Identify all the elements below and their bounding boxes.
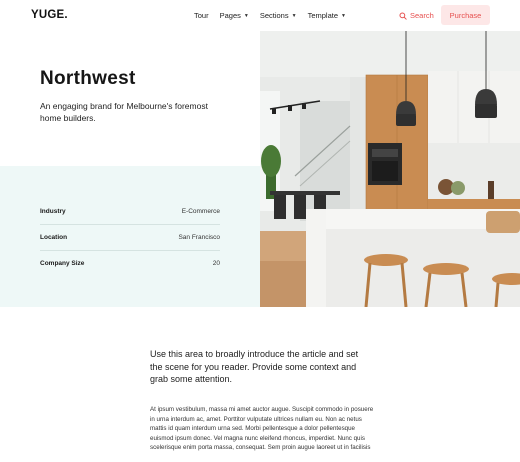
article-lead: Use this area to broadly introduce the a…	[150, 349, 359, 384]
kitchen-photo-icon	[260, 31, 520, 307]
purchase-button[interactable]: Purchase	[441, 5, 490, 25]
detail-label: Location	[40, 233, 68, 241]
detail-label: Company Size	[40, 259, 85, 267]
detail-value: E-Commerce	[181, 207, 220, 215]
article-body: At ipsum vestibulum, massa mi amet aucto…	[150, 406, 374, 452]
hero-image	[260, 31, 520, 307]
detail-value: San Francisco	[178, 233, 220, 241]
brand-logo[interactable]: YUGE.	[31, 9, 68, 21]
hero-subtitle: An engaging brand for Melbourne's foremo…	[40, 101, 208, 123]
detail-value: 20	[212, 259, 220, 267]
detail-label: Industry	[40, 207, 66, 215]
search-label: Search	[410, 11, 434, 20]
nav-item-sections[interactable]: Sections ▼	[260, 11, 297, 20]
chevron-down-icon: ▼	[341, 12, 346, 19]
main-menu: Tour Pages ▼ Sections ▼ Template ▼	[194, 11, 357, 20]
nav-item-template[interactable]: Template ▼	[308, 11, 346, 20]
project-details: Industry E-Commerce Location San Francis…	[0, 166, 260, 307]
chevron-down-icon: ▼	[291, 12, 297, 19]
search-button[interactable]: Search	[399, 11, 434, 20]
detail-row-industry: Industry E-Commerce	[40, 198, 220, 224]
chevron-down-icon: ▼	[243, 12, 249, 19]
top-nav: YUGE. Tour Pages ▼ Sections ▼ Template ▼ Se…	[0, 0, 520, 31]
nav-item-label: Pages	[219, 11, 241, 20]
page-title: Northwest	[40, 68, 136, 89]
search-icon	[399, 11, 407, 20]
nav-item-pages[interactable]: Pages ▼	[220, 11, 249, 20]
nav-item-label: Tour	[194, 11, 209, 20]
nav-item-label: Template	[307, 11, 338, 20]
detail-row-company-size: Company Size 20	[40, 250, 220, 276]
nav-item-tour[interactable]: Tour	[194, 11, 209, 20]
detail-row-location: Location San Francisco	[40, 224, 220, 250]
nav-item-label: Sections	[259, 11, 289, 20]
